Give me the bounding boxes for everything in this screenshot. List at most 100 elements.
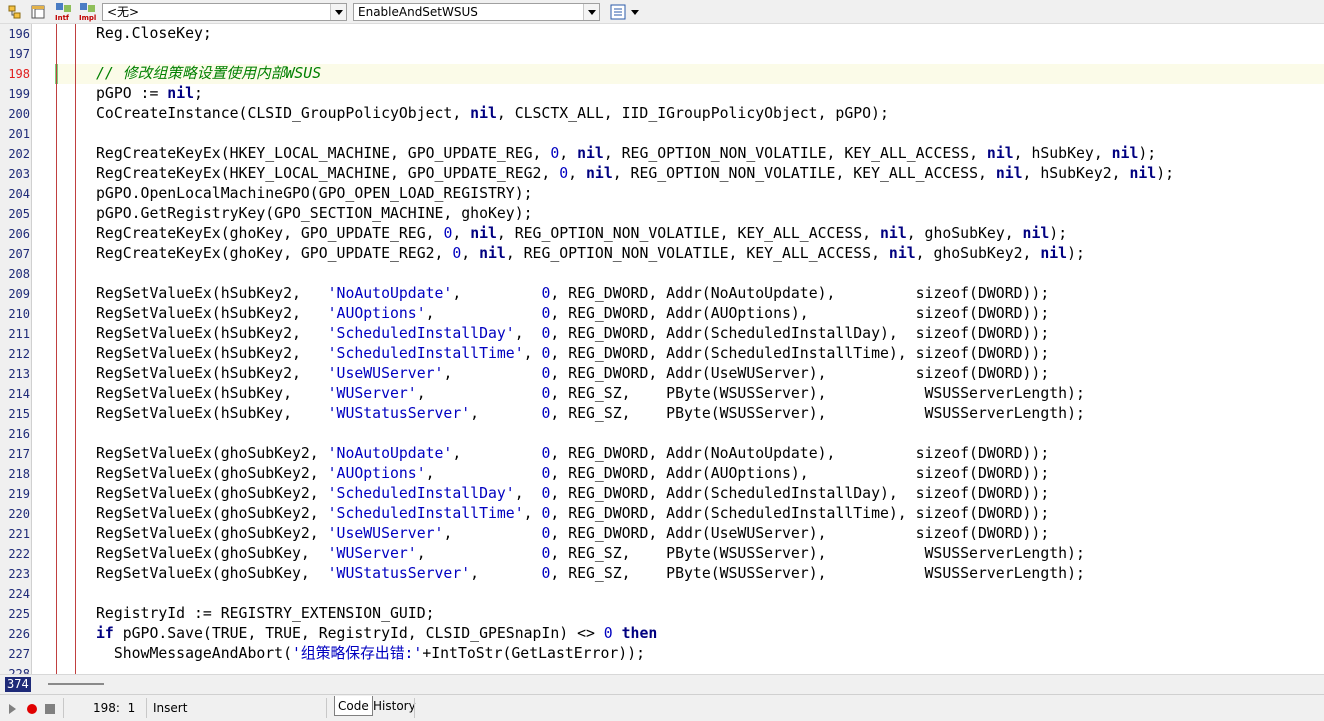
line-number: 226 (8, 627, 30, 641)
code-line[interactable] (96, 264, 1324, 284)
code-line[interactable]: RegSetValueEx(hSubKey2, 'AUOptions', 0, … (96, 304, 1324, 324)
code-line[interactable]: // 修改组策略设置使用内部WSUS (96, 64, 1324, 84)
code-line[interactable]: RegSetValueEx(ghoSubKey, 'WUStatusServer… (96, 564, 1324, 584)
line-number: 198 (8, 67, 30, 81)
line-number: 223 (8, 567, 30, 581)
code-line[interactable]: RegSetValueEx(ghoSubKey2, 'UseWUServer',… (96, 524, 1324, 544)
line-number: 208 (8, 267, 30, 281)
record-macro-icon[interactable] (27, 704, 37, 714)
class-combo[interactable]: <无> (102, 3, 347, 21)
play-macro-icon[interactable] (9, 704, 16, 714)
keyword-token: nil (986, 145, 1014, 162)
keyword-token: nil (470, 225, 497, 242)
code-line[interactable] (96, 124, 1324, 144)
method-combo-value: EnableAndSetWSUS (358, 5, 478, 19)
code-line[interactable]: RegSetValueEx(hSubKey, 'WUStatusServer',… (96, 404, 1324, 424)
line-number: 213 (8, 367, 30, 381)
intf-icon[interactable]: Intf (55, 2, 73, 22)
keyword-token: nil (995, 165, 1023, 182)
code-line[interactable]: Reg.CloseKey; (96, 24, 1324, 44)
code-line[interactable]: pGPO.GetRegistryKey(GPO_SECTION_MACHINE,… (96, 204, 1324, 224)
code-line[interactable]: RegCreateKeyEx(HKEY_LOCAL_MACHINE, GPO_U… (96, 144, 1324, 164)
code-line[interactable]: RegSetValueEx(ghoSubKey2, 'AUOptions', 0… (96, 464, 1324, 484)
line-number: 217 (8, 447, 30, 461)
string-token: 'UseWUServer' (327, 525, 444, 542)
line-count-badge: 374 (5, 677, 31, 692)
code-line[interactable]: RegCreateKeyEx(ghoKey, GPO_UPDATE_REG2, … (96, 244, 1324, 264)
number-token: 0 (550, 145, 560, 162)
code-line[interactable]: pGPO.OpenLocalMachineGPO(GPO_OPEN_LOAD_R… (96, 184, 1324, 204)
new-form-icon[interactable] (30, 4, 46, 20)
chevron-down-icon[interactable] (330, 4, 346, 20)
number-token: 0 (452, 245, 462, 262)
code-line[interactable]: if pGPO.Save(TRUE, TRUE, RegistryId, CLS… (96, 624, 1324, 644)
code-token: RegSetValueEx(hSubKey, (96, 405, 328, 422)
code-line[interactable]: RegSetValueEx(hSubKey2, 'ScheduledInstal… (96, 324, 1324, 344)
line-number: 220 (8, 507, 30, 521)
horizontal-scrollbar[interactable]: 374 (0, 674, 1324, 694)
line-number: 215 (8, 407, 30, 421)
class-browse-icon[interactable] (7, 4, 23, 20)
code-token: , (452, 225, 471, 242)
code-token: , REG_OPTION_NON_VOLATILE, KEY_ALL_ACCES… (603, 145, 987, 162)
code-line[interactable]: RegCreateKeyEx(ghoKey, GPO_UPDATE_REG, 0… (96, 224, 1324, 244)
code-line[interactable]: RegSetValueEx(ghoSubKey2, 'ScheduledInst… (96, 504, 1324, 524)
code-line[interactable]: pGPO := nil; (96, 84, 1324, 104)
code-line[interactable] (96, 424, 1324, 444)
code-token: , (559, 145, 578, 162)
keyword-token: nil (1111, 145, 1139, 162)
code-token: , (425, 305, 542, 322)
code-token: , REG_DWORD, Addr(UseWUServer), sizeof(D… (550, 525, 1050, 542)
keyword-token: nil (470, 105, 497, 122)
impl-icon[interactable]: Impl (79, 2, 97, 22)
impl-label: Impl (79, 14, 97, 22)
structure-view-icon[interactable] (610, 4, 626, 20)
code-line[interactable] (96, 44, 1324, 64)
stop-macro-icon[interactable] (45, 704, 55, 714)
code-token: , (452, 445, 542, 462)
code-token: , (514, 485, 542, 502)
method-combo[interactable]: EnableAndSetWSUS (353, 3, 600, 21)
code-editor[interactable]: 196 197 198 199 200 201 202 203 204 205 206 207 208 2… (0, 24, 1324, 674)
tab-history[interactable]: History (370, 696, 419, 716)
code-token: RegSetValueEx(hSubKey, (96, 385, 328, 402)
chevron-down-icon[interactable] (583, 4, 599, 20)
code-line[interactable]: ShowMessageAndAbort('组策略保存出错:'+IntToStr(… (96, 644, 1324, 664)
line-number: 211 (8, 327, 30, 341)
code-line[interactable]: RegSetValueEx(ghoSubKey, 'WUServer', 0, … (96, 544, 1324, 564)
code-line[interactable]: RegSetValueEx(hSubKey2, 'ScheduledInstal… (96, 344, 1324, 364)
code-token: , (523, 345, 542, 362)
editor-toolbar: Intf Impl <无> EnableAndSetWSUS (0, 0, 1324, 24)
code-token: , (452, 285, 542, 302)
code-line[interactable]: RegSetValueEx(ghoSubKey2, 'ScheduledInst… (96, 484, 1324, 504)
status-divider (326, 698, 327, 718)
code-token: , REG_SZ, PByte(WSUSServer), WSUSServerL… (550, 405, 1085, 422)
code-line[interactable]: RegSetValueEx(hSubKey2, 'UseWUServer', 0… (96, 364, 1324, 384)
dropdown-arrow-icon[interactable] (630, 4, 640, 20)
code-line[interactable]: CoCreateInstance(CLSID_GroupPolicyObject… (96, 104, 1324, 124)
line-number: 204 (8, 187, 30, 201)
keyword-token: nil (577, 145, 604, 162)
scroll-thumb[interactable] (48, 683, 104, 685)
code-line[interactable]: RegSetValueEx(hSubKey, 'WUServer', 0, RE… (96, 384, 1324, 404)
code-line[interactable] (96, 664, 1324, 674)
string-token: 'WUServer' (327, 385, 417, 402)
code-token: RegistryId := REGISTRY_EXTENSION_GUID; (96, 605, 435, 622)
code-line[interactable]: RegSetValueEx(hSubKey2, 'NoAutoUpdate' , … (96, 284, 1324, 304)
keyword-token: nil (167, 85, 195, 102)
code-line[interactable]: RegSetValueEx(ghoSubKey2, 'NoAutoUpdate'… (96, 444, 1324, 464)
code-token: RegSetValueEx(ghoSubKey2, (96, 465, 328, 482)
insert-mode: Insert (153, 701, 188, 715)
tab-code[interactable]: Code (334, 696, 373, 716)
code-token: , REG_SZ, PByte(WSUSServer), WSUSServerL… (550, 385, 1085, 402)
code-line[interactable]: RegCreateKeyEx(HKEY_LOCAL_MACHINE, GPO_U… (96, 164, 1324, 184)
code-token: ); (1049, 225, 1068, 242)
class-combo-value: <无> (107, 5, 140, 19)
line-number: 205 (8, 207, 30, 221)
status-divider (63, 698, 64, 718)
indent-guide (56, 24, 57, 674)
string-token: 'UseWUServer' (327, 365, 444, 382)
code-line[interactable]: RegistryId := REGISTRY_EXTENSION_GUID; (96, 604, 1324, 624)
keyword-token: nil (586, 165, 613, 182)
code-line[interactable] (96, 584, 1324, 604)
